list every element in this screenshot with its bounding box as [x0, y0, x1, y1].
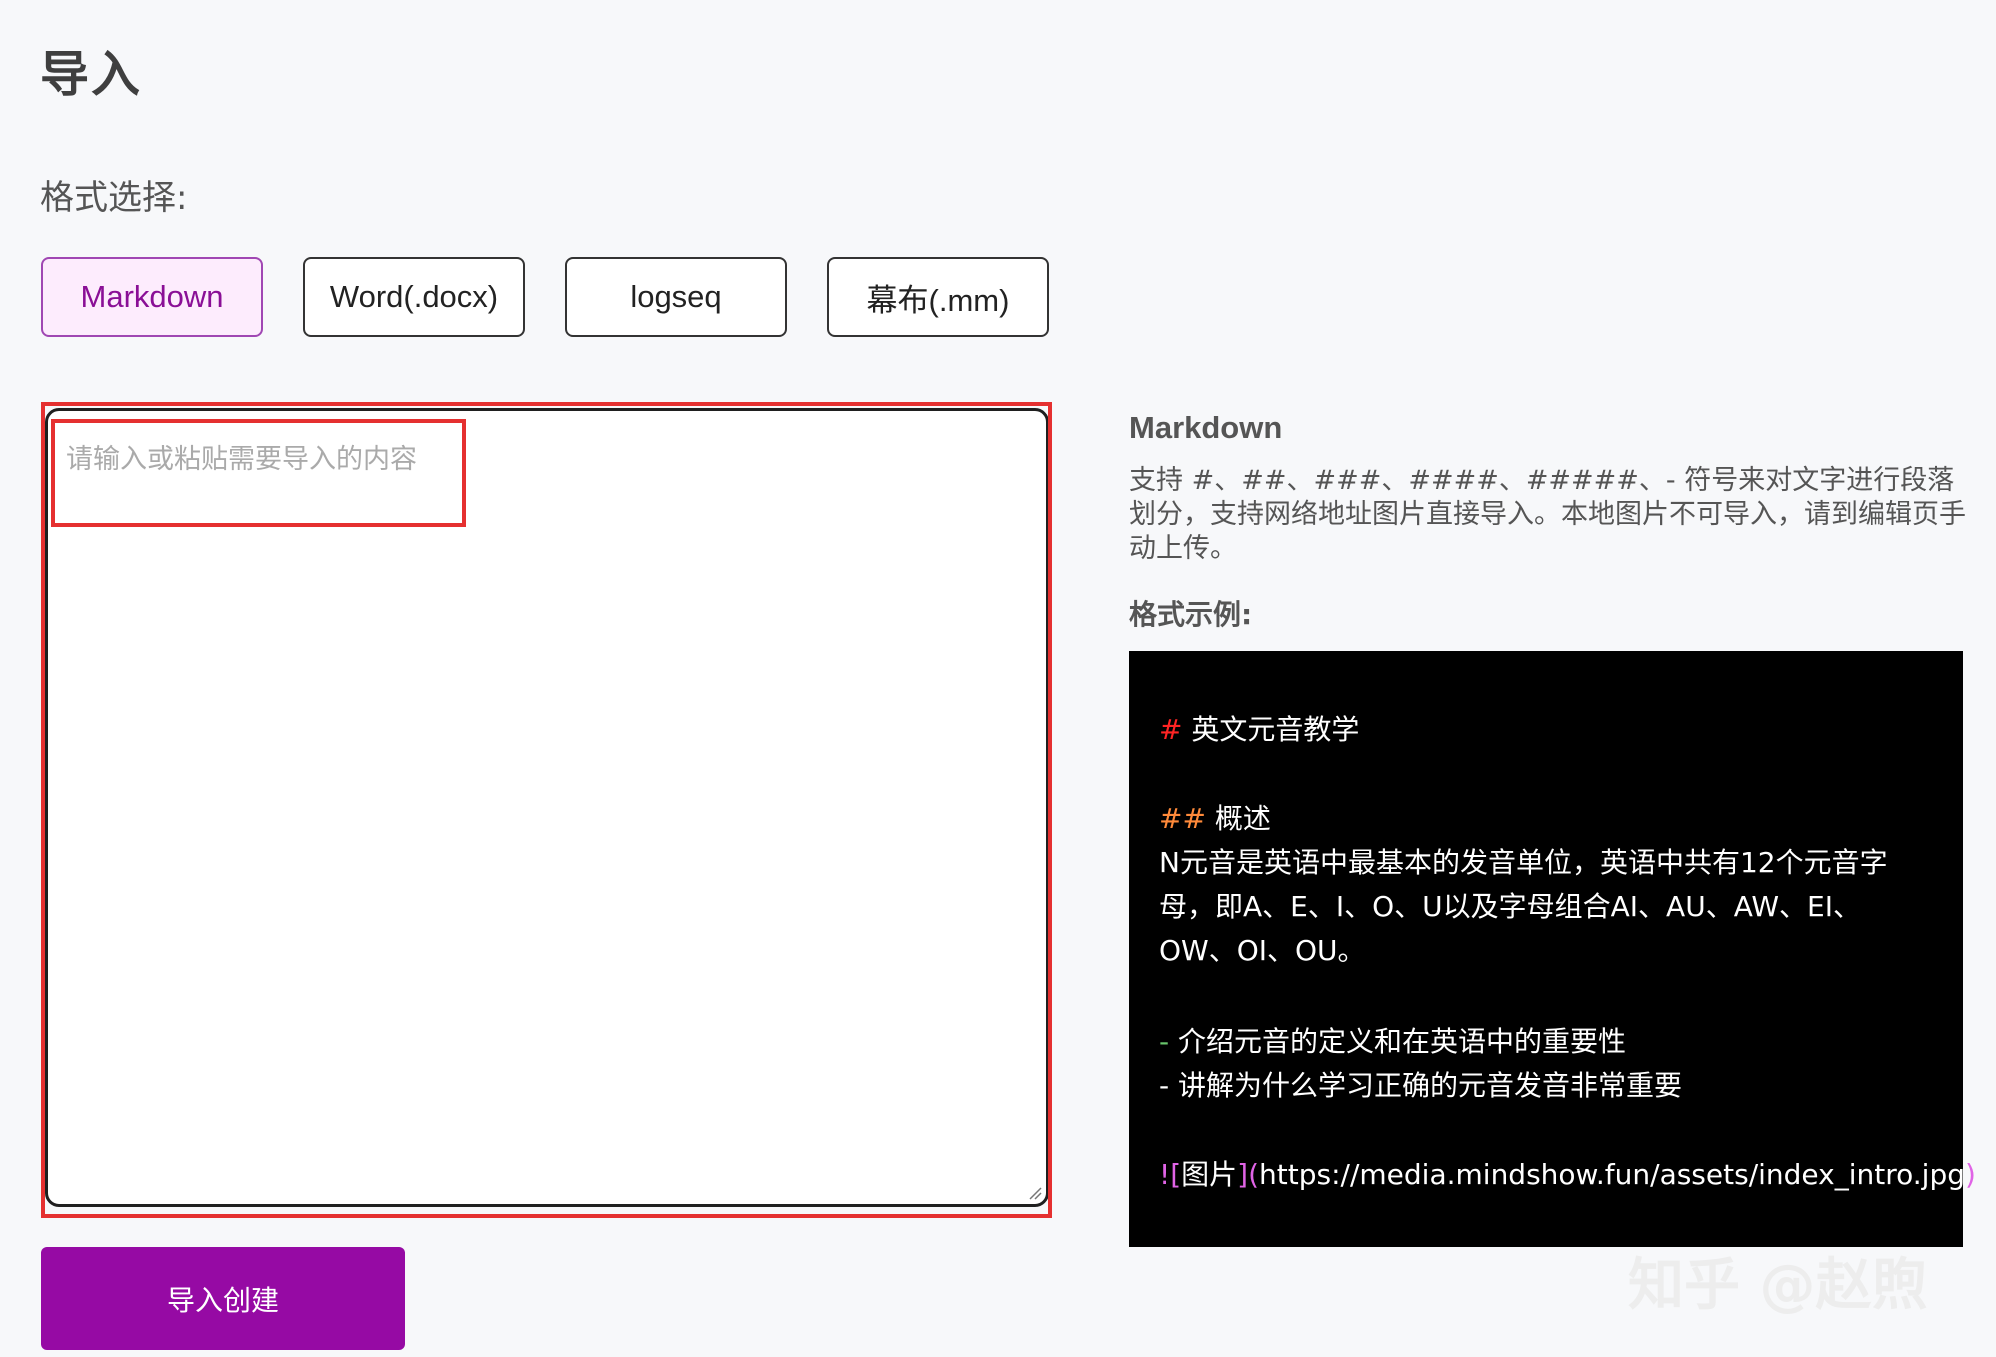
example-label: 格式示例:: [1129, 598, 1253, 631]
image-mark-mid: ](: [1237, 1158, 1260, 1191]
import-create-button[interactable]: 导入创建: [41, 1247, 405, 1350]
format-option-logseq[interactable]: logseq: [565, 257, 787, 337]
list-item-text: 介绍元音的定义和在英语中的重要性: [1169, 1025, 1627, 1058]
image-mark-close: ): [1965, 1158, 1976, 1191]
example-code-block: # 英文元音教学 ## 概述 N元音是英语中最基本的发音单位，英语中共有12个元…: [1129, 651, 1976, 1247]
format-option-word[interactable]: Word(.docx): [303, 257, 525, 337]
example-paragraph: N元音是英语中最基本的发音单位，英语中共有12个元音字母，即A、E、I、O、U以…: [1159, 846, 1888, 967]
example-image-line: ![图片](https://media.mindshow.fun/assets/…: [1159, 1153, 1976, 1193]
h1-mark: #: [1159, 713, 1183, 746]
info-description: 支持 #、##、###、####、#####、- 符号来对文字进行段落划分，支持…: [1129, 465, 1966, 564]
image-alt: 图片: [1181, 1158, 1238, 1191]
h2-text: 概述: [1205, 802, 1271, 835]
image-url: https://media.mindshow.fun/assets/index_…: [1259, 1158, 1965, 1191]
format-label: 格式选择:: [40, 178, 188, 218]
watermark: 知乎 @赵煦: [1628, 1253, 1928, 1318]
list-item-text: 讲解为什么学习正确的元音发音非常重要: [1169, 1069, 1683, 1102]
example-list-item: - 介绍元音的定义和在英语中的重要性: [1159, 1020, 1626, 1060]
example-h2-line: ## 概述: [1159, 797, 1271, 837]
example-h1-line: # 英文元音教学: [1159, 708, 1359, 748]
example-list-item: - 讲解为什么学习正确的元音发音非常重要: [1159, 1064, 1682, 1104]
placeholder-highlight-box: [51, 419, 466, 527]
page-title: 导入: [40, 46, 143, 103]
h2-mark: ##: [1159, 802, 1206, 835]
image-mark-open: ![: [1159, 1158, 1182, 1191]
list-mark: -: [1159, 1069, 1170, 1102]
list-mark: -: [1159, 1025, 1170, 1058]
format-option-markdown[interactable]: Markdown: [41, 257, 263, 337]
format-option-mubu[interactable]: 幕布(.mm): [827, 257, 1049, 337]
h1-text: 英文元音教学: [1182, 713, 1360, 746]
info-title: Markdown: [1129, 410, 1283, 445]
